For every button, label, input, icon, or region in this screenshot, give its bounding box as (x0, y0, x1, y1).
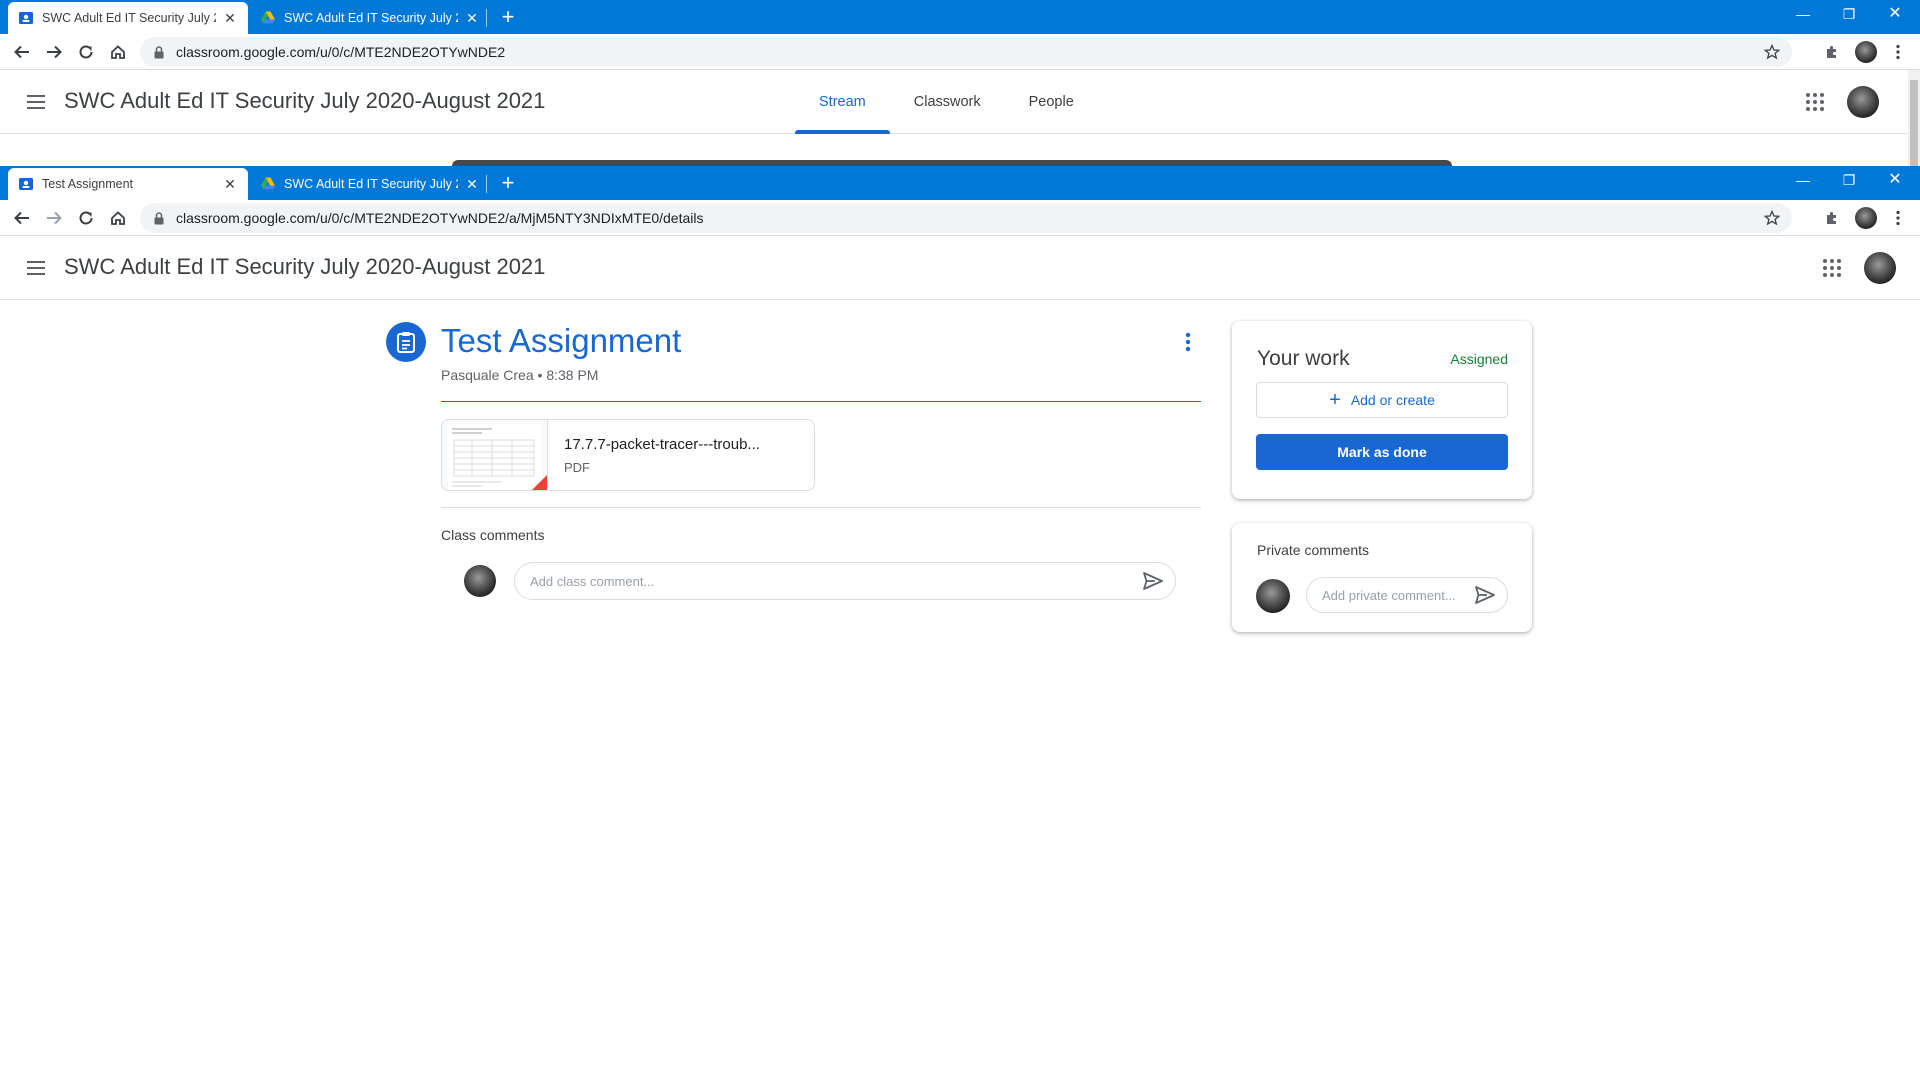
private-commenter-avatar (1256, 579, 1290, 613)
main-menu-icon[interactable] (24, 90, 48, 114)
restore-icon[interactable]: ❐ (1826, 0, 1872, 30)
class-title[interactable]: SWC Adult Ed IT Security July 2020-Augus… (64, 88, 545, 114)
status-badge: Assigned (1450, 351, 1508, 367)
tab-separator (486, 9, 487, 27)
browser-menu-icon[interactable] (1886, 40, 1910, 64)
pdf-thumbnail (442, 420, 548, 490)
home-icon[interactable] (106, 206, 130, 230)
tab-separator (486, 175, 487, 193)
assignment-meta: Pasquale Crea • 8:38 PM (441, 367, 598, 383)
forward-icon[interactable] (42, 206, 66, 230)
attachment-name: 17.7.7-packet-tracer---troub... (564, 436, 760, 453)
assignment-icon (386, 322, 426, 362)
back-icon[interactable] (10, 206, 34, 230)
classroom-icon (18, 10, 34, 26)
classroom-header: SWC Adult Ed IT Security July 2020-Augus… (0, 70, 1920, 134)
extensions-icon[interactable] (1820, 206, 1844, 230)
private-comments-card: Private comments (1232, 523, 1532, 632)
minimize-icon[interactable]: — (1780, 166, 1826, 196)
page-scrollbar[interactable] (1908, 70, 1920, 166)
close-tab-icon[interactable]: ✕ (464, 10, 480, 27)
browser-menu-icon[interactable] (1886, 206, 1910, 230)
tab-title: SWC Adult Ed IT Security July 2020-Augus… (284, 177, 458, 191)
assignment-author: Pasquale Crea (441, 367, 534, 383)
more-options-icon[interactable] (1178, 330, 1198, 354)
close-window-icon[interactable]: ✕ (1872, 0, 1918, 30)
your-work-title: Your work (1257, 347, 1350, 370)
assignment-time: 8:38 PM (546, 367, 599, 383)
browser-tab-drive[interactable]: SWC Adult Ed IT Security July 2020-Augus… (250, 2, 490, 34)
title-divider (441, 401, 1201, 402)
browser-window-back: SWC Adult Ed IT Security July 2020-Augus… (0, 0, 1920, 166)
send-class-comment-icon[interactable] (1140, 568, 1166, 594)
browser-toolbar: classroom.google.com/u/0/c/MTE2NDE2OTYwN… (0, 34, 1920, 70)
tab-strip: SWC Adult Ed IT Security July 2020-Augus… (0, 0, 1920, 34)
class-comments-label: Class comments (441, 527, 545, 543)
add-or-create-label: Add or create (1350, 392, 1435, 408)
account-avatar[interactable] (1864, 252, 1896, 284)
google-apps-icon[interactable] (1820, 256, 1844, 280)
tab-title: SWC Adult Ed IT Security July 2020-Augus… (42, 11, 216, 25)
close-tab-icon[interactable]: ✕ (222, 10, 238, 27)
pdf-corner-icon (532, 475, 547, 490)
drive-icon (260, 10, 276, 26)
browser-tab-classroom[interactable]: SWC Adult Ed IT Security July 2020-Augus… (8, 2, 248, 34)
scrollbar-thumb[interactable] (1910, 80, 1918, 166)
commenter-avatar (464, 565, 496, 597)
new-tab-button[interactable]: + (494, 170, 522, 198)
back-icon[interactable] (10, 40, 34, 64)
minimize-icon[interactable]: — (1780, 0, 1826, 30)
your-work-card: Your work Assigned + Add or create Mark … (1232, 321, 1532, 499)
main-menu-icon[interactable] (24, 256, 48, 280)
browser-tab-assignment[interactable]: Test Assignment ✕ (8, 168, 248, 200)
attachment-type: PDF (564, 460, 590, 475)
browser-tab-drive[interactable]: SWC Adult Ed IT Security July 2020-Augus… (250, 168, 490, 200)
plus-icon: + (1329, 389, 1341, 411)
lock-icon[interactable] (154, 211, 164, 225)
tab-classwork[interactable]: Classwork (890, 70, 1005, 134)
comments-divider (441, 507, 1201, 508)
forward-icon[interactable] (42, 40, 66, 64)
new-tab-button[interactable]: + (494, 4, 522, 32)
address-bar[interactable]: classroom.google.com/u/0/c/MTE2NDE2OTYwN… (140, 203, 1792, 233)
url-text: classroom.google.com/u/0/c/MTE2NDE2OTYwN… (176, 44, 506, 60)
lock-icon[interactable] (154, 45, 164, 59)
classroom-header: SWC Adult Ed IT Security July 2020-Augus… (0, 236, 1920, 300)
class-nav: Stream Classwork People (795, 70, 1098, 134)
drive-icon (260, 176, 276, 192)
profile-avatar[interactable] (1854, 40, 1878, 64)
tab-people[interactable]: People (1005, 70, 1098, 134)
home-icon[interactable] (106, 40, 130, 64)
close-tab-icon[interactable]: ✕ (464, 176, 480, 193)
bookmark-star-icon[interactable] (1763, 209, 1781, 229)
class-comment-input[interactable] (514, 562, 1176, 600)
close-tab-icon[interactable]: ✕ (222, 176, 238, 193)
reload-icon[interactable] (74, 40, 98, 64)
extensions-icon[interactable] (1820, 40, 1844, 64)
classroom-icon (18, 176, 34, 192)
close-window-icon[interactable]: ✕ (1872, 166, 1918, 196)
address-bar[interactable]: classroom.google.com/u/0/c/MTE2NDE2OTYwN… (140, 37, 1792, 67)
meta-separator: • (537, 367, 543, 383)
mark-as-done-button[interactable]: Mark as done (1256, 434, 1508, 470)
private-comments-title: Private comments (1257, 542, 1370, 558)
tab-title: Test Assignment (42, 177, 134, 191)
assignment-title: Test Assignment (441, 322, 682, 359)
browser-window-front: Test Assignment ✕ SWC Adult Ed IT Securi… (0, 166, 1920, 1080)
tab-title: SWC Adult Ed IT Security July 2020-Augus… (284, 11, 458, 25)
add-or-create-button[interactable]: + Add or create (1256, 382, 1508, 418)
reload-icon[interactable] (74, 206, 98, 230)
send-private-comment-icon[interactable] (1472, 582, 1498, 608)
restore-icon[interactable]: ❐ (1826, 166, 1872, 196)
browser-toolbar: classroom.google.com/u/0/c/MTE2NDE2OTYwN… (0, 200, 1920, 236)
bookmark-star-icon[interactable] (1763, 43, 1781, 63)
attachment-card[interactable]: 17.7.7-packet-tracer---troub... PDF (441, 419, 815, 491)
account-avatar[interactable] (1847, 86, 1879, 118)
tab-strip: Test Assignment ✕ SWC Adult Ed IT Securi… (0, 166, 1920, 200)
tab-stream[interactable]: Stream (795, 70, 890, 134)
class-title[interactable]: SWC Adult Ed IT Security July 2020-Augus… (64, 254, 545, 280)
profile-avatar[interactable] (1854, 206, 1878, 230)
google-apps-icon[interactable] (1803, 90, 1827, 114)
url-text: classroom.google.com/u/0/c/MTE2NDE2OTYwN… (176, 210, 704, 226)
